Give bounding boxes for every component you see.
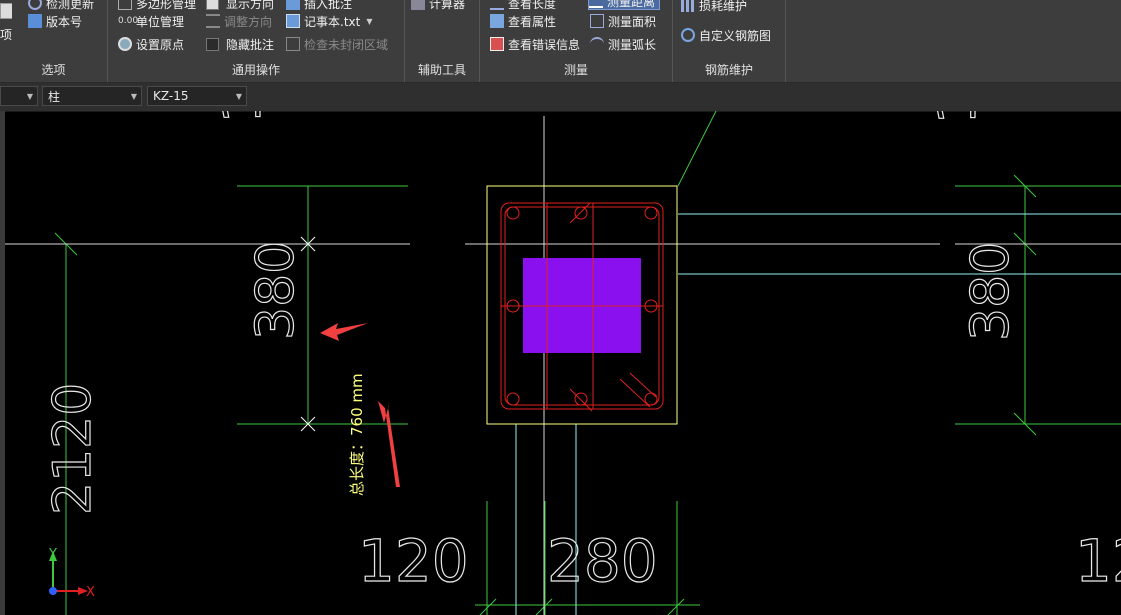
axis-x-label: X [86,585,95,600]
partial-checkbox[interactable] [0,2,12,20]
view-props-button[interactable]: 查看属性 [490,12,556,30]
notepad-icon [286,14,300,28]
group-options: 项 检测更新 版本号 选项 [0,0,108,82]
refresh-icon [28,0,42,10]
properties-icon [490,14,504,28]
check-update-button[interactable]: 检测更新 [28,0,94,12]
region-icon [286,37,300,51]
chevron-down-icon: ▼ [235,92,242,101]
group-label-measure: 测量 [563,63,588,77]
measure-distance-button[interactable]: 测量距离 [588,0,661,10]
dim-text-12-right: 12 [1075,527,1121,595]
chevron-down-icon: ▼ [130,92,137,101]
dim-text-120-bottom: 120 [358,527,469,595]
polygon-button[interactable]: 多边形管理 [118,0,196,12]
calculator-icon [411,0,425,10]
group-general: 多边形管理 0.00 单位管理 设置原点 显示方向 调整方向 隐藏批注 插入批注 … [108,0,405,82]
custom-rebar-button[interactable]: 自定义钢筋图 [681,26,771,44]
measure-result-label: 总长度：760 mm [348,373,366,496]
unit-button[interactable]: 0.00 单位管理 [118,12,184,30]
group-label-options: 选项 [41,63,66,77]
loss-maintenance-button[interactable]: 损耗维护 [681,0,747,14]
ucs-axis-icon: Y X [48,547,95,600]
insert-note-button[interactable]: 插入批注 [286,0,352,12]
group-aux: 计算器 辅助工具 [405,0,480,82]
group-label-general: 通用操作 [231,63,280,77]
group-label-aux: 辅助工具 [417,63,466,77]
show-direction-checkbox[interactable]: 显示方向 [206,0,274,12]
arrow-left-icon [320,323,368,341]
arc-icon [590,37,604,51]
view-length-button[interactable]: 查看长度 [490,0,556,12]
check-region-button[interactable]: 检查未封闭区域 [286,35,388,53]
unit-icon: 0.00 [118,16,139,26]
edit-icon [28,14,42,28]
partial-option[interactable]: 项 [0,25,12,43]
rebar-edit-icon [681,28,695,42]
dim-text-120-left: 120 [213,111,273,123]
measure-arc-button[interactable]: 测量弧长 [590,35,656,53]
hide-note-checkbox[interactable]: 隐藏批注 [206,35,274,53]
origin-button[interactable]: 设置原点 [118,35,184,53]
axis-y-label: Y [48,547,57,562]
dim-text-2120: 2120 [43,383,103,515]
version-button[interactable]: 版本号 [28,12,82,30]
adjust-icon [206,14,220,28]
ribbon: 项 检测更新 版本号 选项 多边形管理 0.00 单位管理 设置原点 显示方向 调… [0,0,1121,83]
arrow-up-icon [378,401,400,487]
element-type-select[interactable]: 柱 ▼ [42,86,142,106]
error-icon [490,37,504,51]
dim-text-120-right: 120 [928,111,988,124]
origin-icon [118,37,132,51]
distance-icon [589,0,603,8]
group-label-rebar: 钢筋维护 [704,63,753,77]
area-icon [590,14,604,28]
chevron-down-icon: ▼ [366,16,373,26]
bottom-ticks [479,598,685,615]
length-icon [490,0,504,10]
note-icon [286,0,300,10]
notepad-button[interactable]: 记事本.txt ▼ [286,12,372,30]
measure-area-button[interactable]: 测量面积 [590,12,656,30]
grid-icon [681,0,695,12]
dim-text-380-left: 380 [246,241,306,340]
floor-select[interactable]: ▼ [0,86,38,106]
left-panel-edge [0,111,5,615]
chevron-down-icon: ▼ [26,92,33,101]
calculator-button[interactable]: 计算器 [411,0,465,12]
view-errors-button[interactable]: 查看错误信息 [490,35,580,53]
group-measure: 查看长度 查看属性 查看错误信息 测量距离 测量面积 测量弧长 测量 [480,0,673,82]
column-kz15[interactable] [486,185,678,425]
drawing-canvas[interactable]: 120 380 2120 120 280 120 380 12 总长度：760 … [0,111,1121,615]
element-toolbar: ▼ 柱 ▼ KZ-15 ▼ [0,83,1121,112]
adjust-direction-button[interactable]: 调整方向 [206,12,272,30]
polygon-icon [118,0,132,10]
element-name-select[interactable]: KZ-15 ▼ [147,86,247,106]
dim-text-280-bottom: 280 [547,527,658,595]
dim-text-380-right: 380 [961,242,1021,341]
group-rebar: 损耗维护 自定义钢筋图 钢筋维护 [673,0,786,82]
